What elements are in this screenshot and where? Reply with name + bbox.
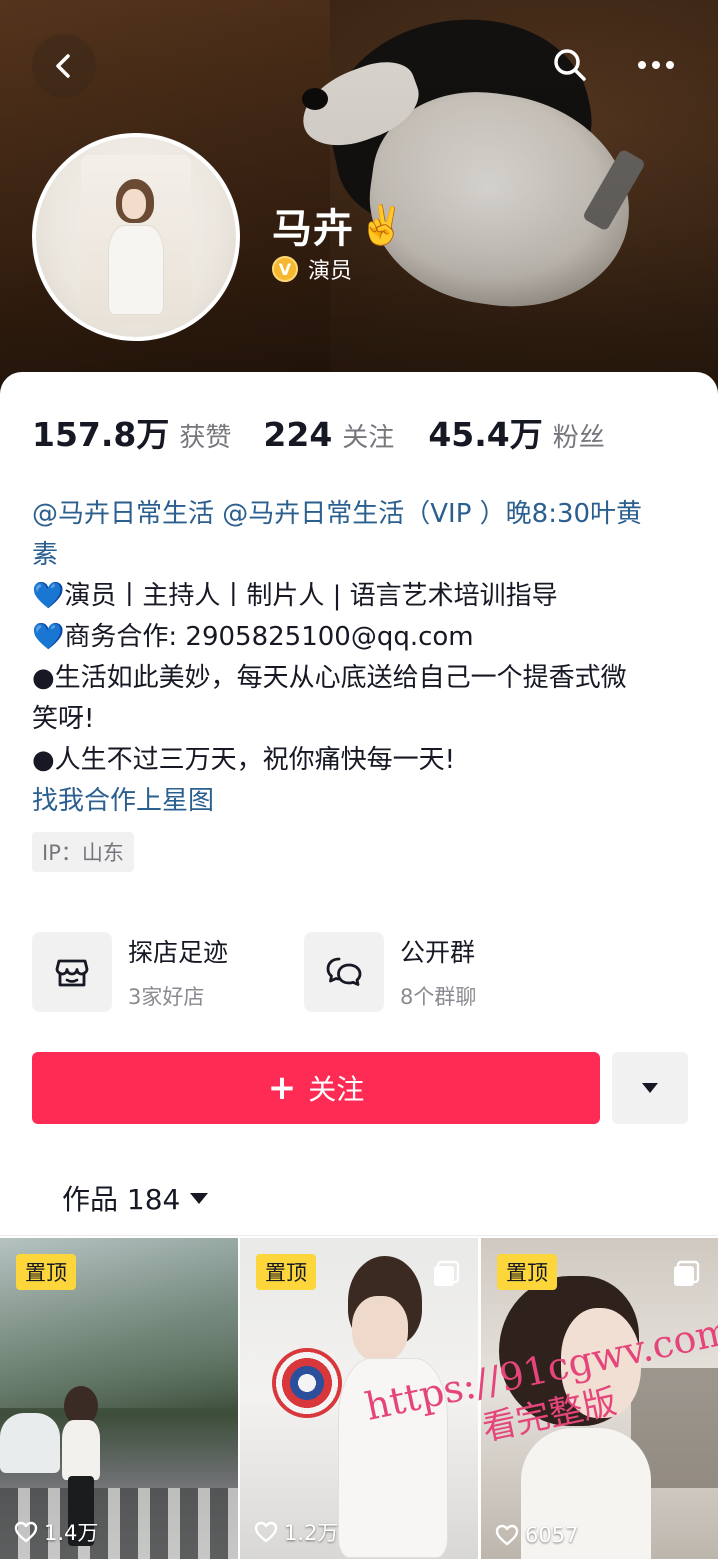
caret-down-icon [642,1083,658,1093]
store-icon [55,959,89,987]
search-icon [554,49,586,81]
verified-badge-icon: V [272,256,298,282]
store-visits-title: 探店足迹 [128,938,229,967]
tab-works-label: 作品 184 [62,1183,181,1216]
tab-divider [0,1235,718,1236]
heart-icon [254,1521,278,1543]
bio-mentions[interactable]: @马卉日常生活 @马卉日常生活（VIP ）晚8:30叶黄 [32,494,692,535]
store-visits-card[interactable]: 探店足迹 3家好店 [32,932,228,1012]
video-likes: 1.2万 [254,1517,338,1547]
verified-role: 演员 [308,259,353,284]
profile-name-row: 马卉 ✌️ [272,196,405,254]
video-thumbnail[interactable]: 置顶 1.2万 [240,1238,478,1559]
star-map-link[interactable]: 找我合作上星图 [32,781,692,822]
bio-line-quote-cont: 笑呀! [32,704,95,734]
more-dots-icon [638,61,674,69]
heart-icon [14,1521,38,1543]
plus-icon: + [267,1068,297,1108]
bio-line-quote: ●生活如此美妙，每天从心底送给自己一个提香式微 [32,663,627,693]
pinned-badge: 置顶 [497,1254,557,1290]
stat-followers[interactable]: 45.4万 粉丝 [428,408,604,456]
multi-image-icon [674,1260,700,1286]
public-groups-subtitle: 8个群聊 [400,985,477,1009]
victory-hand-emoji: ✌️ [358,203,406,247]
public-groups-card[interactable]: 公开群 8个群聊 [304,932,476,1012]
video-likes: 6057 [495,1523,578,1547]
multi-image-icon [434,1260,460,1286]
profile-name: 马卉 [272,206,354,252]
tab-works[interactable]: 作品 184 [62,1178,209,1218]
profile-page: 马卉 ✌️ V 演员 157.8万 获赞 224 关注 45.4万 粉丝 @马卉… [0,0,718,1559]
stat-likes[interactable]: 157.8万 获赞 [32,408,231,456]
chevron-left-icon [56,54,70,78]
store-visits-subtitle: 3家好店 [128,985,205,1009]
video-thumbnail[interactable]: 置顶 1.4万 [0,1238,238,1559]
search-button[interactable] [545,40,595,90]
ip-location-tag: IP：山东 [32,832,134,872]
video-likes: 1.4万 [14,1517,98,1547]
avatar[interactable] [32,133,240,341]
video-thumbnail[interactable]: 置顶 6057 [481,1238,718,1559]
heart-icon [495,1524,519,1546]
public-groups-title: 公开群 [400,938,476,967]
pinned-badge: 置顶 [16,1254,76,1290]
bio-mentions-cont[interactable]: 素 [32,535,692,576]
back-button[interactable] [32,34,96,98]
chat-bubbles-icon [326,957,362,986]
pinned-badge: 置顶 [256,1254,316,1290]
bio-line-roles: 💙演员丨主持人丨制片人 | 语言艺术培训指导 [32,581,558,611]
follow-button[interactable]: + 关注 [32,1052,600,1124]
stat-following[interactable]: 224 关注 [263,415,394,454]
more-button[interactable] [630,40,682,90]
follow-label: 关注 [308,1073,365,1106]
bio-line-contact: 💙商务合作: 2905825100@qq.com [32,622,474,652]
recommend-dropdown-button[interactable] [612,1052,688,1124]
caret-down-icon [190,1192,209,1204]
verification-row[interactable]: V 演员 [272,253,352,285]
bio-line-motto: ●人生不过三万天，祝你痛快每一天! [32,745,456,775]
bio: @马卉日常生活 @马卉日常生活（VIP ）晚8:30叶黄 素 💙演员丨主持人丨制… [32,494,692,822]
stats-row: 157.8万 获赞 224 关注 45.4万 粉丝 [32,408,605,456]
